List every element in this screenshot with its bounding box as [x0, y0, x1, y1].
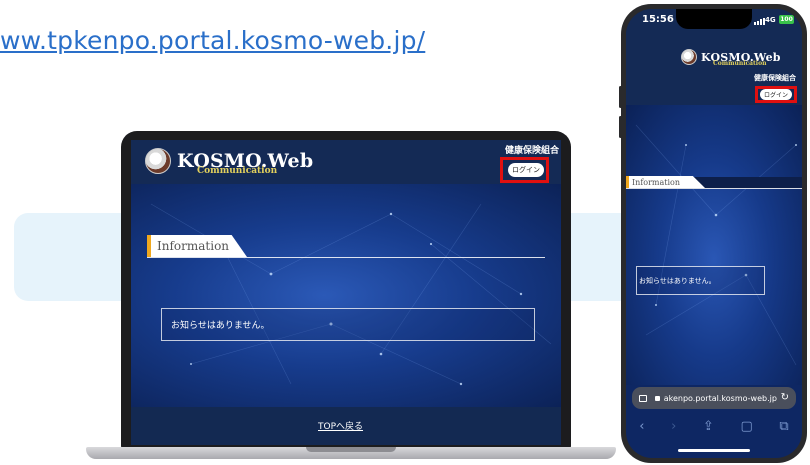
- kosmo-logo-icon: [145, 148, 171, 174]
- desktop-notice-box: お知らせはありません。: [161, 308, 535, 341]
- lock-icon: [654, 395, 660, 401]
- info-accent-marker: [626, 176, 629, 188]
- mobile-org-name: 健康保険組合: [754, 74, 796, 82]
- home-indicator: [678, 449, 750, 452]
- info-underline: [626, 188, 802, 189]
- mobile-address-bar[interactable]: akenpo.portal.kosmo-web.jp ↻: [632, 387, 796, 409]
- network-type: 4G: [765, 16, 776, 24]
- network-background-graphic: [635, 124, 797, 366]
- mobile-login-button[interactable]: ログイン: [760, 89, 792, 100]
- screenshot-canvas: ww.tpkenpo.portal.kosmo-web.jp/ KOSMO.We…: [0, 0, 810, 465]
- network-background-graphic: [150, 203, 552, 386]
- logo-sub-text: Communication: [713, 59, 767, 67]
- desktop-login-button[interactable]: ログイン: [508, 163, 544, 177]
- share-icon[interactable]: ⇪: [703, 420, 714, 433]
- portal-url-link[interactable]: ww.tpkenpo.portal.kosmo-web.jp/: [0, 26, 425, 55]
- desktop-info-label: Information: [151, 235, 247, 257]
- logo-sub-text: Communication: [197, 165, 278, 176]
- page-settings-icon[interactable]: [639, 394, 647, 402]
- mobile-site-body: Information お知らせはありません。: [626, 105, 802, 385]
- mobile-url-text[interactable]: akenpo.portal.kosmo-web.jp: [664, 394, 779, 403]
- desktop-site-footer: TOPへ戻る: [131, 407, 561, 445]
- mobile-notice-box: お知らせはありません。: [636, 266, 765, 295]
- kosmo-logo-icon: [681, 49, 697, 65]
- mobile-site-header: KOSMO.Web Communication 健康保険組合 ログイン: [626, 37, 802, 105]
- bookmarks-icon[interactable]: ▢: [740, 420, 752, 433]
- logo-text: KOSMO.Web Communication: [177, 151, 313, 175]
- phone-status-bar: 15:56 4G 100: [626, 9, 802, 37]
- mobile-info-bar: Information: [626, 176, 705, 188]
- phone-screen: 15:56 4G 100 KOSMO.Web Communication 健康保…: [626, 9, 802, 458]
- battery-icon: 100: [779, 15, 794, 24]
- info-underline: [147, 257, 545, 258]
- mobile-logo[interactable]: KOSMO.Web Communication: [681, 49, 781, 67]
- desktop-org-name: 健康保険組合: [504, 146, 559, 156]
- desktop-info-bar: Information: [147, 235, 247, 257]
- laptop-notch: [306, 447, 396, 452]
- info-accent-marker: [147, 235, 151, 257]
- desktop-logo[interactable]: KOSMO.Web Communication: [145, 148, 313, 175]
- reload-icon[interactable]: ↻: [781, 393, 789, 403]
- desktop-site-header: KOSMO.Web Communication 健康保険組合 ログイン: [131, 140, 561, 184]
- phone-clock: 15:56: [642, 14, 674, 25]
- phone-notch: [676, 9, 752, 29]
- logo-text: KOSMO.Web Communication: [701, 52, 781, 67]
- forward-icon[interactable]: ›: [671, 420, 676, 433]
- back-icon[interactable]: ‹: [639, 420, 644, 433]
- mobile-info-label: Information: [629, 176, 705, 188]
- tabs-icon[interactable]: ⧉: [779, 420, 788, 433]
- signal-icon: [754, 18, 765, 25]
- desktop-site-body: Information お知らせはありません。: [131, 184, 561, 407]
- back-to-top-link[interactable]: TOPへ戻る: [318, 419, 363, 432]
- laptop-screen: KOSMO.Web Communication 健康保険組合 ログイン Info…: [131, 140, 561, 445]
